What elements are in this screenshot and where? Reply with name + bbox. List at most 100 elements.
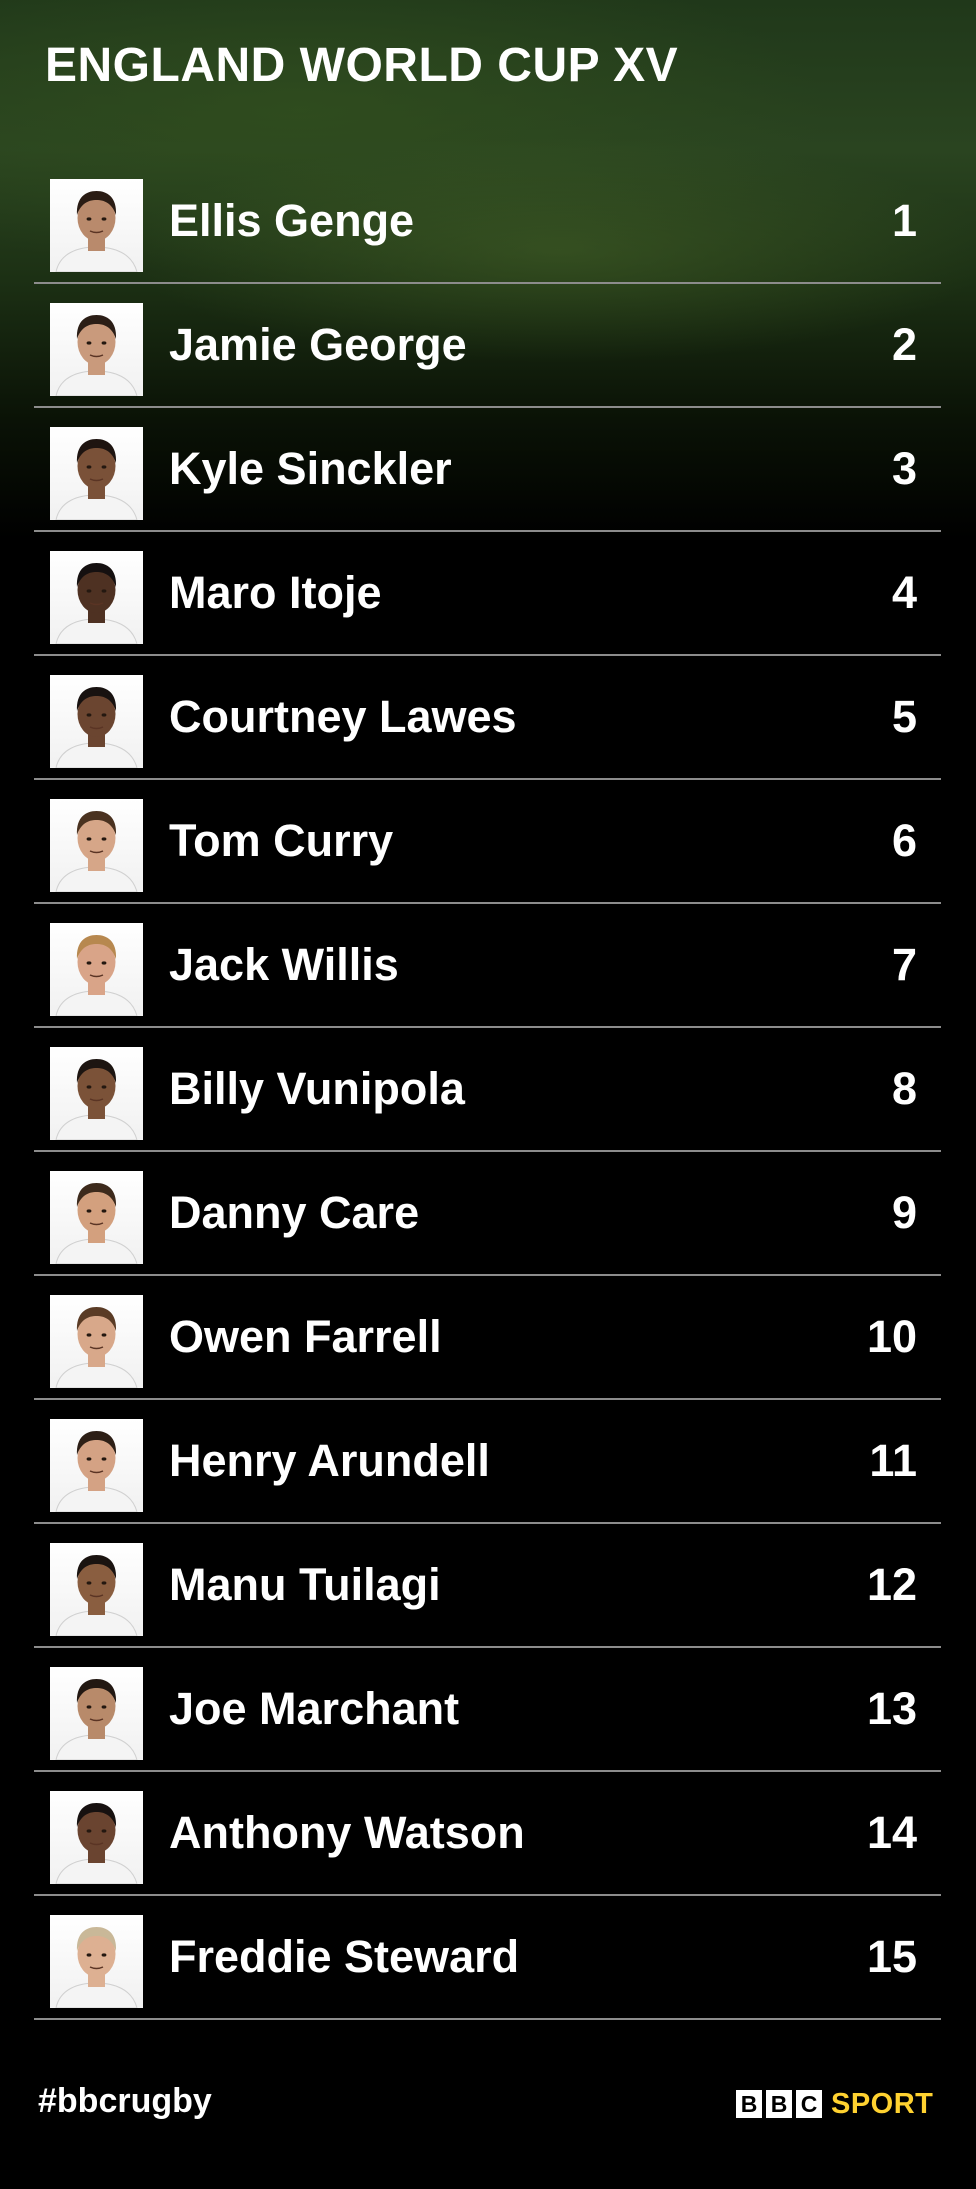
player-name: Manu Tuilagi (169, 1559, 441, 1610)
player-photo (50, 427, 143, 520)
hashtag: #bbcrugby (38, 2082, 212, 2120)
shirt-number: 9 (891, 1187, 917, 1238)
player-name: Ellis Genge (169, 195, 415, 246)
list-item: Anthony Watson 14 (34, 1772, 941, 1896)
list-item: Kyle Sinckler 3 (34, 408, 941, 532)
player-photo (50, 551, 143, 644)
player-headshot (55, 1431, 138, 1512)
eye-left (86, 837, 92, 841)
shirt-number: 15 (866, 1931, 917, 1982)
page-title: ENGLAND WORLD CUP XV (45, 39, 679, 92)
player-photo (50, 1171, 143, 1264)
eye-right (101, 465, 107, 469)
list-item: Henry Arundell 11 (34, 1400, 941, 1524)
player-photo (50, 1667, 143, 1760)
logo-sport-text: SPORT (831, 2087, 934, 2120)
player-name: Henry Arundell (169, 1435, 490, 1486)
list-item: Manu Tuilagi 12 (34, 1524, 941, 1648)
player-headshot (55, 1803, 138, 1884)
eye-right (101, 1581, 107, 1585)
player-name: Billy Vunipola (169, 1063, 465, 1114)
player-headshot (55, 315, 138, 396)
list-item: Ellis Genge 1 (34, 160, 941, 284)
eye-right (101, 1333, 107, 1337)
player-name: Jack Willis (169, 939, 399, 990)
eye-right (101, 1705, 107, 1709)
player-name: Freddie Steward (169, 1931, 520, 1982)
shirt-number: 14 (866, 1807, 917, 1858)
player-name: Joe Marchant (169, 1683, 460, 1734)
shirt-number: 3 (891, 443, 917, 494)
eye-right (101, 1209, 107, 1213)
eye-right (101, 837, 107, 841)
player-photo (50, 1295, 143, 1388)
eye-right (101, 1085, 107, 1089)
eye-left (86, 1209, 92, 1213)
player-name: Maro Itoje (169, 567, 382, 618)
shirt-number: 5 (891, 691, 917, 742)
eye-left (86, 1829, 92, 1833)
eye-left (86, 1705, 92, 1709)
player-headshot (55, 1059, 138, 1140)
player-photo (50, 303, 143, 396)
player-headshot (55, 687, 138, 768)
player-headshot (55, 1183, 138, 1264)
shirt-number: 12 (866, 1559, 917, 1610)
shirt-number: 8 (891, 1063, 917, 1114)
list-item: Jack Willis 7 (34, 904, 941, 1028)
player-headshot (55, 439, 138, 520)
player-photo (50, 1791, 143, 1884)
player-name: Jamie George (169, 319, 467, 370)
eye-left (86, 1333, 92, 1337)
player-name: Danny Care (169, 1187, 420, 1238)
list-item: Courtney Lawes 5 (34, 656, 941, 780)
eye-left (86, 217, 92, 221)
list-item: Billy Vunipola 8 (34, 1028, 941, 1152)
player-name: Kyle Sinckler (169, 443, 452, 494)
eye-right (101, 713, 107, 717)
list-item: Freddie Steward 15 (34, 1896, 941, 2020)
player-photo (50, 675, 143, 768)
shirt-number: 11 (869, 1435, 917, 1486)
eye-left (86, 713, 92, 717)
bbc-sport-logo: B B C SPORT (736, 2088, 933, 2120)
list-item: Jamie George 2 (34, 284, 941, 408)
eye-right (101, 1457, 107, 1461)
list-item: Danny Care 9 (34, 1152, 941, 1276)
player-name: Tom Curry (169, 815, 394, 866)
player-headshot (55, 1679, 138, 1760)
eye-right (101, 1829, 107, 1833)
player-photo (50, 179, 143, 272)
eye-right (101, 1953, 107, 1957)
player-headshot (55, 811, 138, 892)
logo-letter-block: B (766, 2090, 792, 2118)
shirt-number: 1 (891, 195, 917, 246)
eye-right (101, 589, 107, 593)
list-item: Owen Farrell 10 (34, 1276, 941, 1400)
player-list: Ellis Genge 1 Jamie George 2 Kyle Sinckl… (34, 160, 941, 2020)
eye-left (86, 961, 92, 965)
shirt-number: 10 (866, 1311, 917, 1362)
eye-right (101, 217, 107, 221)
eye-left (86, 1581, 92, 1585)
player-name: Anthony Watson (169, 1807, 525, 1858)
player-headshot (55, 1927, 138, 2008)
player-headshot (55, 1307, 138, 1388)
graphic-canvas: ENGLAND WORLD CUP XV Ellis Genge 1 Jamie… (0, 0, 976, 2189)
shirt-number: 2 (891, 319, 917, 370)
shirt-number: 4 (891, 567, 917, 618)
player-name: Courtney Lawes (169, 691, 517, 742)
player-photo (50, 1915, 143, 2008)
eye-left (86, 1457, 92, 1461)
list-item: Joe Marchant 13 (34, 1648, 941, 1772)
player-headshot (55, 563, 138, 644)
eye-left (86, 1085, 92, 1089)
eye-left (86, 341, 92, 345)
shirt-number: 6 (891, 815, 917, 866)
player-headshot (55, 191, 138, 272)
eye-left (86, 465, 92, 469)
shirt-number: 7 (891, 939, 917, 990)
player-photo (50, 923, 143, 1016)
shirt-number: 13 (866, 1683, 917, 1734)
player-headshot (55, 1555, 138, 1636)
